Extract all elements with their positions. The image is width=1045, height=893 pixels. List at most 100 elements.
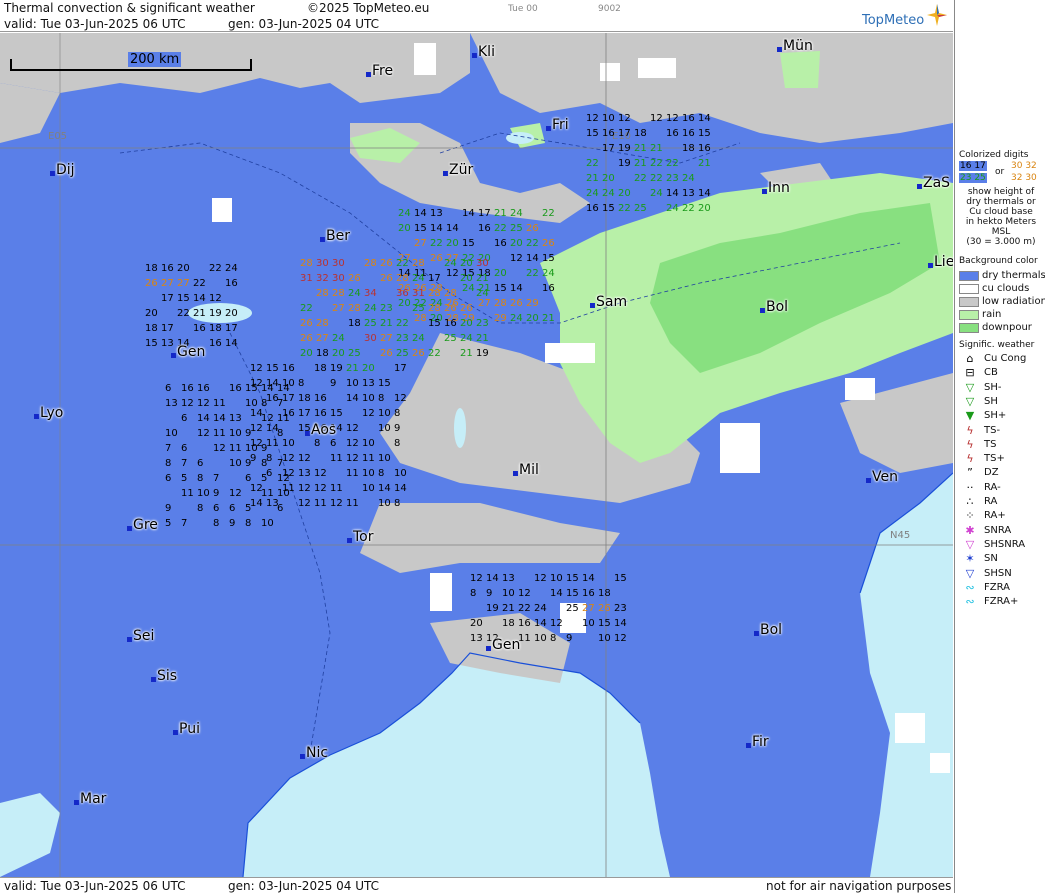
thermal-value: 26: [460, 303, 473, 314]
thermal-value: 28: [396, 273, 409, 284]
city-label: Fri: [552, 117, 569, 133]
thermal-value: 24: [510, 208, 523, 219]
thermal-value: 16: [518, 618, 531, 629]
thermal-value: 11: [314, 498, 327, 509]
thermal-value: 22: [209, 263, 222, 274]
thermal-value: 20: [398, 223, 411, 234]
thermal-value: 10: [598, 633, 611, 644]
snow-rain-icon: ✱: [965, 523, 975, 537]
legend-bg-row: dry thermals: [959, 269, 1045, 282]
thermal-value: 11: [362, 453, 375, 464]
thermal-value: 18: [598, 588, 611, 599]
thermal-value: 22: [682, 203, 695, 214]
thermal-value: 14: [666, 188, 679, 199]
thermal-value: 16: [161, 263, 174, 274]
thermal-value: 26: [380, 258, 393, 269]
thermal-value: 28: [300, 258, 313, 269]
legend-wx-row: ⌂ Cu Cong: [959, 352, 1027, 365]
thermal-value: 14: [698, 113, 711, 124]
thermal-value: 9: [245, 458, 252, 469]
city-label: Kli: [478, 44, 495, 60]
city-label: Sei: [133, 628, 155, 644]
thermal-value: 28: [428, 303, 441, 314]
city-marker: [347, 538, 352, 543]
city-marker: [443, 171, 448, 176]
thermal-value: 20: [494, 268, 507, 279]
thermal-value: 8: [470, 588, 477, 599]
thermal-value: 12: [277, 473, 290, 484]
thermal-value: 24: [666, 203, 679, 214]
thermal-value: 9: [330, 378, 337, 389]
thermal-value: 16: [181, 383, 194, 394]
valid-time: valid: Tue 03-Jun-2025 06 UTC: [4, 17, 186, 31]
thermal-value: 15: [145, 338, 158, 349]
thermal-value: 12: [330, 498, 343, 509]
legend-wx-label: RA: [984, 496, 998, 507]
thermal-value: 14: [510, 283, 523, 294]
thermal-value: 16: [682, 128, 695, 139]
thermal-value: 8: [378, 393, 385, 404]
thermal-value: 9: [245, 428, 252, 439]
thermal-value: 6: [330, 438, 337, 449]
legend-wx-row: ▼ SH+: [959, 409, 1006, 422]
city-marker: [50, 171, 55, 176]
thermal-value: 21: [476, 333, 489, 344]
legend-swatch: [959, 270, 979, 281]
thermal-value: 19: [486, 603, 499, 614]
thermal-value: 8: [197, 473, 204, 484]
thermal-value: 18: [314, 363, 327, 374]
thermal-value: 16: [586, 203, 599, 214]
thermal-value: 9: [229, 518, 236, 529]
thermal-value: 19: [618, 158, 631, 169]
thermal-value: 24: [476, 288, 489, 299]
thermal-value: 26: [380, 348, 393, 359]
shower-heavy-icon: ▼: [965, 409, 975, 423]
thermal-value: 24: [586, 188, 599, 199]
thermal-value: 12: [209, 293, 222, 304]
thermal-value: 14: [430, 223, 443, 234]
thermal-value: 6: [213, 503, 220, 514]
legend-wx-label: Cu Cong: [984, 353, 1027, 364]
thermal-value: 10: [277, 488, 290, 499]
thermal-value: 24: [460, 333, 473, 344]
thermal-value: 20: [300, 348, 313, 359]
thermal-value: 18: [682, 143, 695, 154]
thermal-value: 15: [330, 408, 343, 419]
thermal-value: 17: [428, 273, 441, 284]
thermal-value: 15: [542, 253, 555, 264]
thermal-value: 26: [444, 303, 457, 314]
footer-valid-time: valid: Tue 03-Jun-2025 06 UTC: [4, 879, 186, 893]
thermal-value: 14: [446, 223, 459, 234]
thermal-value: 21: [634, 143, 647, 154]
thermal-value: 31: [412, 288, 425, 299]
thermal-value: 6: [277, 503, 284, 514]
thermal-value: 28: [348, 303, 361, 314]
legend-samples: 16 17 or 30 32 23 25 32 30: [959, 161, 1043, 185]
thermal-value: 20: [332, 348, 345, 359]
thermal-value: 8: [550, 633, 557, 644]
thermal-value: 11: [213, 398, 226, 409]
thermal-value: 12: [550, 618, 563, 629]
thermal-value: 20: [460, 273, 473, 284]
thermal-value: 17: [618, 128, 631, 139]
thermal-value: 10: [362, 438, 375, 449]
thermal-value: 14: [698, 188, 711, 199]
thermal-value: 7: [181, 458, 188, 469]
thermal-value: 15: [462, 238, 475, 249]
thermal-value: 20: [460, 318, 473, 329]
thermal-value: 12: [446, 268, 459, 279]
thermal-value: 14: [462, 208, 475, 219]
city-marker: [754, 631, 759, 636]
thermal-value: 12: [314, 483, 327, 494]
thermal-value: 22: [650, 158, 663, 169]
legend-wx-row: ▽ SH: [959, 395, 998, 408]
thermal-value: 11: [229, 443, 242, 454]
thermal-value: 14: [394, 483, 407, 494]
thermal-value: 14: [614, 618, 627, 629]
thermal-value: 22: [300, 303, 313, 314]
thermal-value: 13: [298, 468, 311, 479]
legend-wx-label: RA-: [984, 481, 1001, 493]
weather-map[interactable]: 200 km E05 E10 N45 12 10 12 12 12 16 14 15 16 17 1…: [0, 33, 953, 877]
thermal-value: 34: [364, 288, 377, 299]
thermal-value: 10: [245, 398, 258, 409]
